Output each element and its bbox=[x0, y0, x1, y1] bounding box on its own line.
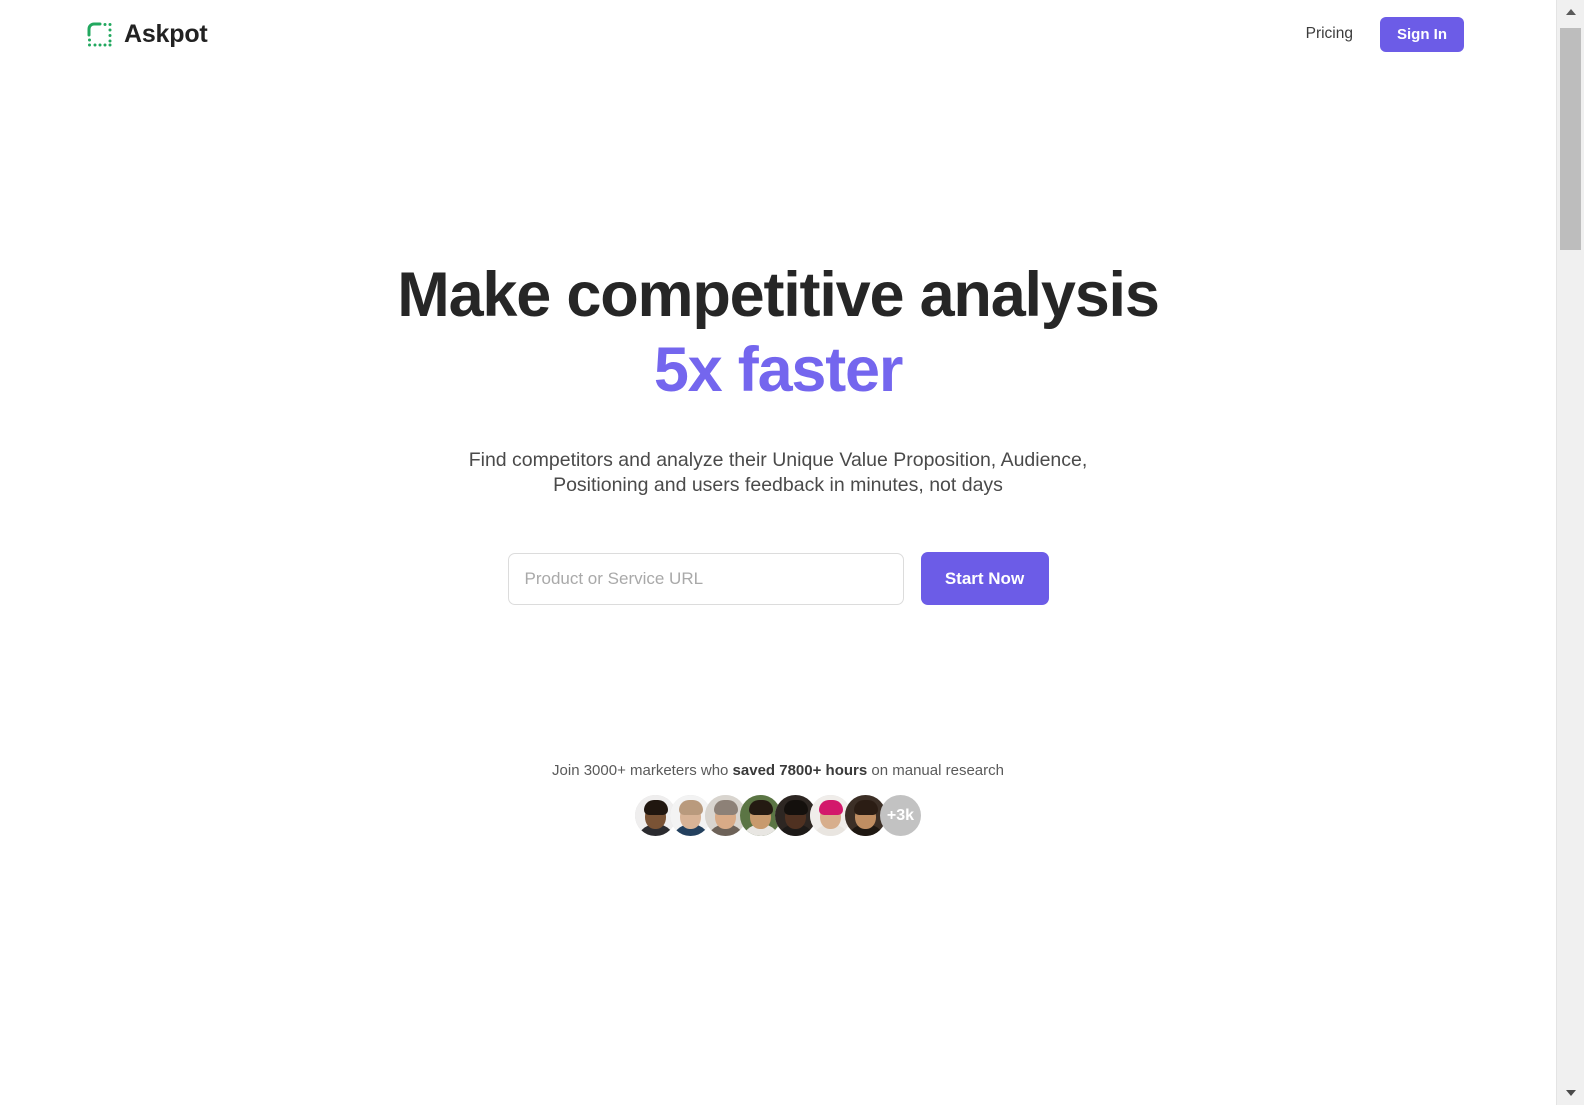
scrollbar-thumb[interactable] bbox=[1560, 28, 1581, 250]
hero-title-line-1: Make competitive analysis bbox=[397, 260, 1160, 330]
hero-section: Make competitive analysis 5x faster Find… bbox=[0, 0, 1556, 605]
vertical-scrollbar[interactable] bbox=[1556, 0, 1584, 1105]
avatar-stack: +3k bbox=[0, 795, 1556, 836]
scrollbar-up-arrow-icon[interactable] bbox=[1557, 0, 1584, 24]
hero-subtitle: Find competitors and analyze their Uniqu… bbox=[0, 448, 1556, 499]
social-proof-prefix: Join 3000+ marketers who bbox=[552, 762, 733, 779]
avatar-hair bbox=[713, 800, 738, 815]
page-title: Make competitive analysis 5x faster bbox=[0, 262, 1556, 404]
hero-subtitle-line-2: Positioning and users feedback in minute… bbox=[553, 474, 1003, 497]
avatar-hair bbox=[748, 800, 773, 815]
avatar-more-count: +3k bbox=[880, 795, 921, 836]
social-proof-highlight: saved 7800+ hours bbox=[732, 762, 868, 779]
avatar-hair bbox=[643, 800, 668, 815]
social-proof-text: Join 3000+ marketers who saved 7800+ hou… bbox=[0, 760, 1556, 781]
social-proof-suffix: on manual research bbox=[867, 762, 1004, 779]
url-search-form: Start Now bbox=[0, 552, 1556, 605]
hero-subtitle-line-1: Find competitors and analyze their Uniqu… bbox=[468, 448, 1088, 471]
social-proof-section: Join 3000+ marketers who saved 7800+ hou… bbox=[0, 760, 1556, 836]
avatar-hair bbox=[818, 800, 843, 815]
avatar-hair bbox=[853, 800, 878, 815]
start-now-button[interactable]: Start Now bbox=[920, 552, 1049, 605]
avatar-hair bbox=[783, 800, 808, 815]
scrollbar-down-arrow-icon[interactable] bbox=[1557, 1081, 1584, 1105]
hero-title-accent: 5x faster bbox=[653, 334, 904, 405]
page-viewport: Askpot Pricing Sign In Make competitive … bbox=[0, 0, 1556, 1105]
avatar-hair bbox=[678, 800, 703, 815]
product-url-input[interactable] bbox=[507, 552, 904, 605]
